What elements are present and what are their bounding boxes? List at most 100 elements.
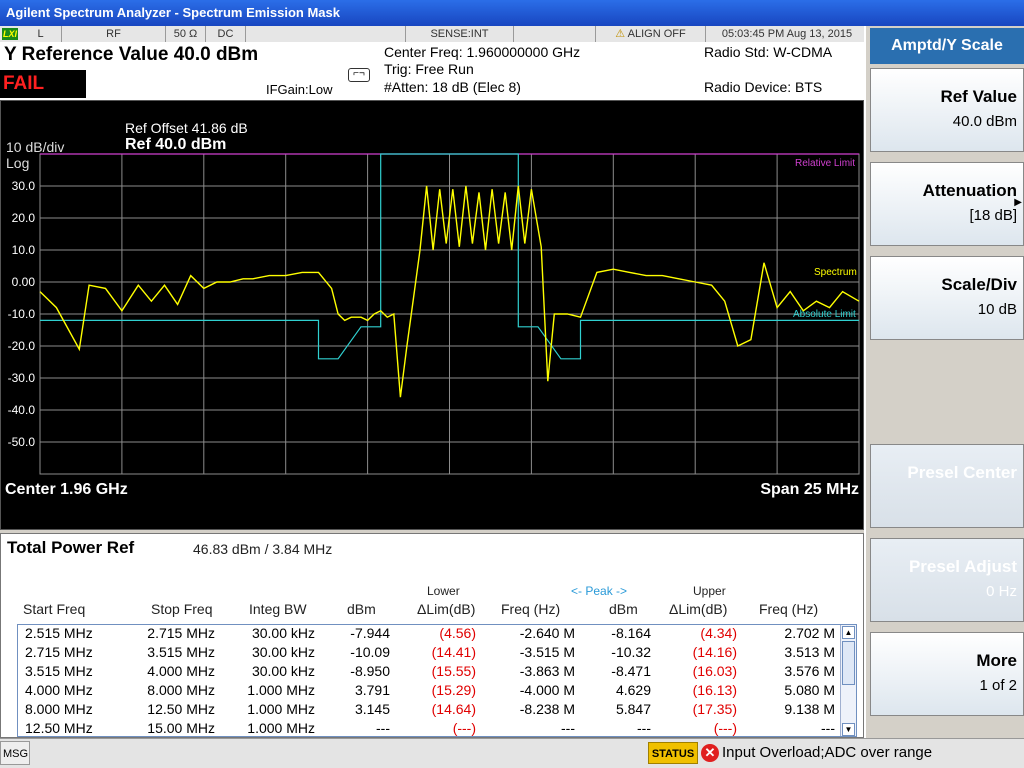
attenuation-info: #Atten: 18 dB (Elec 8) [384,79,521,95]
y-tick-label: 0.00 [11,275,35,289]
table-cell: 5.080 M [784,682,835,698]
scroll-down-icon[interactable]: ▼ [842,723,855,736]
peak-group-header: <- Peak -> [571,584,628,598]
table-cell: 1.000 MHz [247,701,315,717]
table-cell: 30.00 kHz [251,663,315,679]
submenu-arrow-icon: ▶ [1014,197,1022,208]
results-panel: Total Power Ref 46.83 dBm / 3.84 MHz Low… [0,533,864,738]
table-scrollbar[interactable]: ▲ ▼ [840,625,856,736]
instrument-status-row: LXI L RF 50 Ω DC SENSE:INT ⚠ ALIGN OFF 0… [0,26,864,42]
softkey-more[interactable]: More 1 of 2 [870,632,1024,716]
softkey-scale-div[interactable]: Scale/Div 10 dB [870,256,1024,340]
y-reference-title: Y Reference Value 40.0 dBm [4,44,259,65]
keyboard-icon[interactable]: ⌐¬ [348,68,370,82]
scroll-up-icon[interactable]: ▲ [842,626,855,639]
column-header: ΔLim(dB) [417,601,476,617]
table-row[interactable]: 2.715 MHz 3.515 MHz 30.00 kHz -10.09 (14.41)… [18,644,840,663]
table-cell: 9.138 M [784,701,835,717]
table-cell: 4.629 [615,682,651,698]
table-row[interactable]: 2.515 MHz 2.715 MHz 30.00 kHz -7.944 (4.56) -… [18,625,840,644]
ifgain-label: IFGain:Low [266,82,333,97]
softkey-value: 40.0 dBm [952,113,1017,130]
status-spacer-2 [514,26,596,42]
table-row[interactable]: 8.000 MHz 12.50 MHz 1.000 MHz 3.145 (14.64) -… [18,701,840,720]
table-cell: 1.000 MHz [247,720,315,736]
column-header: Stop Freq [151,601,213,617]
table-cell: 4.000 MHz [25,682,93,698]
table-cell: 12.50 MHz [25,720,93,736]
table-cell: (14.41) [431,644,476,660]
table-cell: 3.791 [354,682,390,698]
softkey-value: 0 Hz [986,583,1017,600]
table-cell: 30.00 kHz [251,625,315,641]
column-header: Freq (Hz) [759,601,819,617]
total-power-value: 46.83 dBm / 3.84 MHz [193,541,333,557]
align-label: ALIGN OFF [627,28,686,40]
table-row[interactable]: 4.000 MHz 8.000 MHz 1.000 MHz 3.791 (15.29) -… [18,682,840,701]
column-header: dBm [347,601,376,617]
table-cell: 15.00 MHz [147,720,215,736]
spectrum-plot-panel[interactable]: Ref Offset 41.86 dB Ref 40.0 dBm 10 dB/d… [0,100,864,530]
softkey-attenuation[interactable]: Attenuation [18 dB] ▶ [870,162,1024,246]
table-cell: 5.847 [615,701,651,717]
table-cell: -8.164 [611,625,651,641]
msg-button[interactable]: MSG [0,741,30,765]
table-row[interactable]: 3.515 MHz 4.000 MHz 30.00 kHz -8.950 (15.55)… [18,663,840,682]
align-indicator: ⚠ ALIGN OFF [596,26,706,42]
softkey-label: Attenuation [922,181,1017,200]
table-row[interactable]: 12.50 MHz 15.00 MHz 1.000 MHz --- (---) --- --… [18,720,840,736]
lower-group-header: Lower [427,584,460,598]
span-label: Span 25 MHz [760,481,859,498]
lxi-icon: LXI [2,28,18,40]
table-cell: (14.16) [692,644,737,660]
softkey-presel-center[interactable]: Presel Center [870,444,1024,528]
spectrum-analyzer-window: Agilent Spectrum Analyzer - Spectrum Emi… [0,0,1024,768]
impedance-indicator: 50 Ω [166,26,206,42]
scroll-thumb[interactable] [842,641,855,685]
status-button[interactable]: STATUS [648,742,698,764]
y-tick-label: 10.0 [11,243,35,257]
absolute-limit-legend: Absolute Limit [793,309,856,320]
table-cell: (---) [713,720,737,736]
warning-icon: ⚠ [615,28,626,40]
softkey-label: Presel Adjust [908,557,1017,576]
table-cell: 3.145 [354,701,390,717]
table-cell: 12.50 MHz [147,701,215,717]
status-spacer [246,26,406,42]
table-cell: 2.715 MHz [147,625,215,641]
table-cell: (---) [452,720,476,736]
table-cell: 30.00 kHz [251,644,315,660]
upper-group-header: Upper [693,584,726,598]
radio-std-info: Radio Std: W-CDMA [704,44,833,60]
table-cell: -10.32 [611,644,651,660]
coupling-indicator: DC [206,26,246,42]
table-cell: 8.000 MHz [25,701,93,717]
softkey-label: Ref Value [940,87,1017,106]
table-cell: 3.513 M [784,644,835,660]
softkey-menu-title: Amptd/Y Scale [870,28,1024,64]
table-cell: --- [821,720,835,736]
softkey-ref-value[interactable]: Ref Value 40.0 dBm [870,68,1024,152]
y-tick-label: -10.0 [7,307,35,321]
softkey-value: 1 of 2 [979,677,1017,694]
softkey-presel-adjust[interactable]: Presel Adjust 0 Hz [870,538,1024,622]
table-cell: (17.35) [692,701,737,717]
spectrum-graticule[interactable] [1,101,863,529]
table-cell: 2.715 MHz [25,644,93,660]
table-cell: -3.863 M [519,663,575,679]
measurement-header: Y Reference Value 40.0 dBm FAIL IFGain:L… [0,42,864,100]
table-cell: 3.576 M [784,663,835,679]
total-power-ref-title: Total Power Ref [7,538,135,557]
rf-indicator: RF [62,26,166,42]
results-table[interactable]: 2.515 MHz 2.715 MHz 30.00 kHz -7.944 (4.56) -… [17,624,857,737]
table-cell: --- [637,720,651,736]
y-tick-label: -50.0 [7,435,35,449]
softkey-value: [18 dB] [969,207,1017,224]
column-header: Integ BW [249,601,307,617]
table-cell: (14.64) [431,701,476,717]
fail-badge: FAIL [0,70,86,98]
spectrum-legend: Spectrum [814,267,857,278]
input-indicator: L [20,26,62,42]
table-cell: -8.950 [350,663,390,679]
message-bar: MSG STATUS ✕ Input Overload;ADC over ran… [0,738,1024,768]
